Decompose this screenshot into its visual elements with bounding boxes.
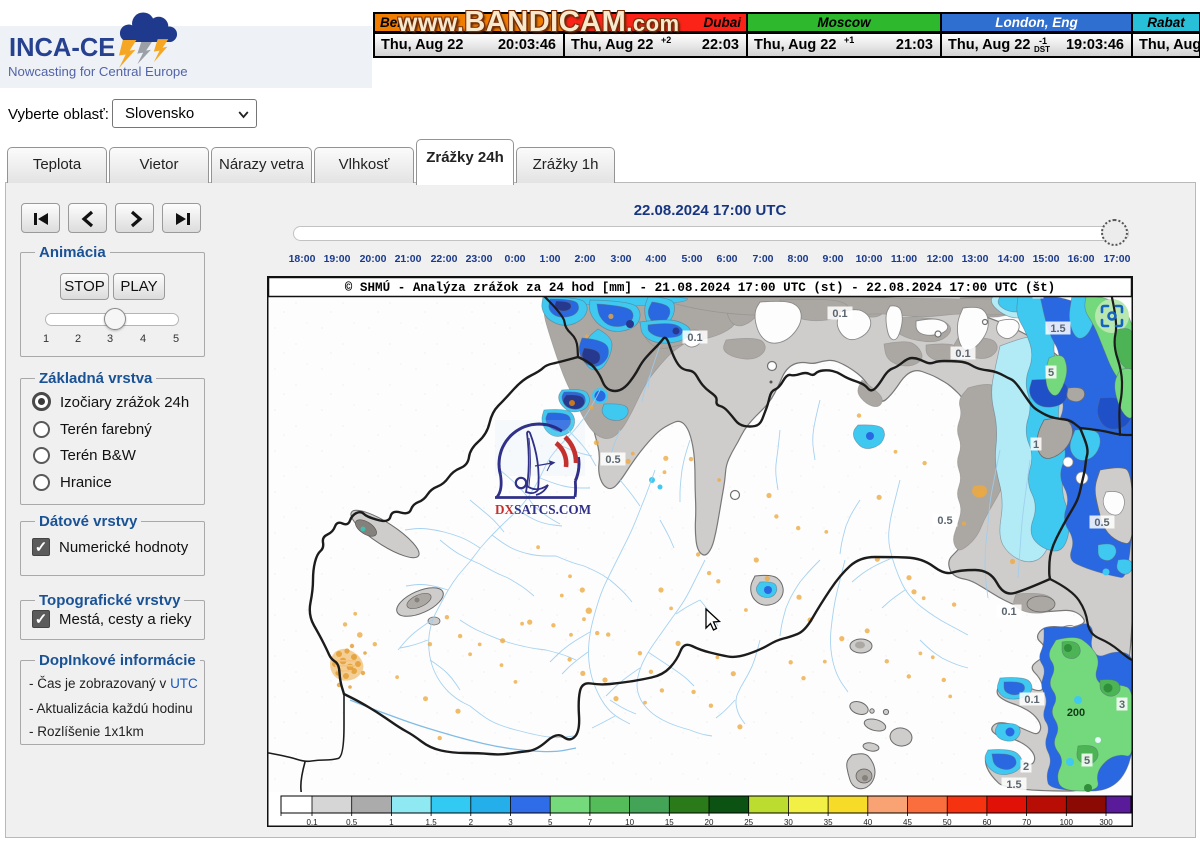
svg-text:0.5: 0.5: [937, 515, 952, 527]
svg-text:5: 5: [1048, 367, 1054, 379]
svg-text:DXSATCS.COM: DXSATCS.COM: [495, 502, 592, 517]
svg-text:3: 3: [1119, 699, 1125, 711]
svg-text:© SHMÚ - Analýza zrážok za 24: © SHMÚ - Analýza zrážok za 24 hod [mm] -…: [345, 280, 1055, 295]
svg-text:1: 1: [1033, 439, 1039, 451]
svg-text:0.5: 0.5: [605, 454, 620, 466]
svg-text:1.5: 1.5: [1050, 323, 1065, 335]
svg-text:200: 200: [1067, 707, 1085, 719]
svg-text:0.5: 0.5: [1094, 517, 1109, 529]
svg-text:0.1: 0.1: [687, 332, 702, 344]
svg-text:0.1: 0.1: [1001, 606, 1016, 618]
svg-text:0.1: 0.1: [955, 348, 970, 360]
svg-text:1.5: 1.5: [1006, 779, 1021, 791]
svg-text:0.1: 0.1: [832, 308, 847, 320]
svg-text:5: 5: [1084, 755, 1090, 767]
svg-text:0.1: 0.1: [1024, 694, 1039, 706]
svg-text:2: 2: [1023, 761, 1029, 773]
